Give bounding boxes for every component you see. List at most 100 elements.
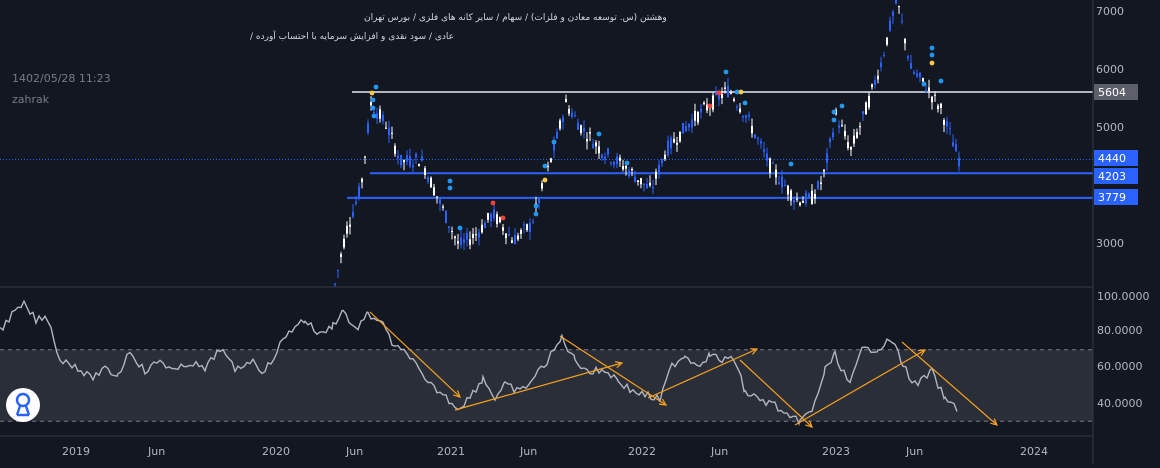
candle-body (409, 156, 411, 167)
candle-body (784, 184, 786, 186)
candle-body (373, 112, 375, 114)
candle-body (832, 132, 834, 138)
candle-body (898, 6, 900, 8)
tradingview-logo-icon[interactable] (6, 388, 40, 422)
signal-dot (716, 90, 722, 96)
candle-body (358, 186, 360, 199)
price-tick: 6000 (1096, 63, 1124, 76)
candle-body (634, 176, 636, 182)
candle-body (451, 231, 453, 233)
candle-body (472, 234, 474, 238)
candle-body (526, 224, 528, 231)
legend-title-line2: عادی / سود نقدی و افزایش سرمایه با احتسا… (250, 30, 454, 42)
signal-dot (929, 45, 935, 51)
candle-body (439, 199, 441, 204)
candle-body (433, 187, 435, 196)
candle-body (952, 142, 954, 147)
signal-dot (371, 113, 377, 119)
time-label: 2022 (628, 445, 656, 458)
candle-body (763, 149, 765, 152)
candle-body (802, 201, 804, 203)
candle-body (940, 103, 942, 108)
time-label: 2019 (62, 445, 90, 458)
candle-body (508, 234, 510, 236)
indicator-tick: 60.0000 (1097, 360, 1143, 373)
time-label: 2023 (822, 445, 850, 458)
candle-body (637, 180, 639, 182)
candle-body (865, 102, 867, 115)
candle-body (397, 155, 399, 159)
candle-body (400, 154, 402, 166)
candle-body (493, 209, 495, 219)
candle-body (877, 75, 879, 80)
candle-body (334, 283, 336, 285)
candle-body (694, 110, 696, 121)
price-tick: 7000 (1096, 5, 1124, 18)
candle-body (430, 177, 432, 188)
candle-body (949, 128, 951, 130)
candle-body (388, 127, 390, 136)
candle-body (769, 158, 771, 173)
candle-body (457, 241, 459, 244)
candle-body (676, 142, 678, 145)
candle-body (955, 144, 957, 152)
chart-window: 7000 6000 5000 3000 5604 4440 4203 3779 … (0, 0, 1160, 464)
candle-body (394, 145, 396, 154)
candle-body (589, 132, 591, 134)
candle-body (700, 108, 702, 113)
signal-dot (457, 225, 463, 231)
candle-body (592, 143, 594, 149)
candle-body (661, 159, 663, 164)
signal-dot (938, 78, 944, 84)
candle-body (604, 156, 606, 160)
candle-body (910, 62, 912, 69)
candle-body (823, 169, 825, 172)
candle-body (415, 154, 417, 158)
signal-dot (738, 89, 744, 95)
candle-body (487, 213, 489, 220)
candle-body (577, 122, 579, 130)
time-label: Jun (147, 445, 165, 458)
candle-body (787, 185, 789, 195)
candle-body (463, 239, 465, 243)
candle-body (856, 132, 858, 138)
candle-body (574, 115, 576, 117)
candle-body (361, 178, 363, 183)
candle-body (814, 193, 816, 199)
candle-body (703, 102, 705, 104)
candle-body (739, 108, 741, 113)
candle-body (469, 239, 471, 245)
candle-body (418, 164, 420, 167)
candle-body (691, 119, 693, 128)
candle-body (928, 87, 930, 92)
candle-body (568, 109, 570, 114)
candle-body (550, 158, 552, 162)
candle-body (859, 126, 861, 128)
price-tick: 5000 (1096, 121, 1124, 134)
candle-body (901, 20, 903, 22)
candle-body (538, 198, 540, 204)
candle-body (403, 160, 405, 163)
candle-body (613, 161, 615, 166)
candle-body (931, 96, 933, 103)
candle-body (754, 134, 756, 138)
chart-canvas[interactable]: 7000 6000 5000 3000 5604 4440 4203 3779 … (0, 0, 1160, 464)
candle-body (541, 183, 543, 189)
candle-body (937, 105, 939, 110)
candle-body (583, 127, 585, 132)
candle-body (367, 123, 369, 133)
candle-body (799, 202, 801, 206)
signal-dot (490, 200, 496, 206)
candle-body (682, 122, 684, 134)
signal-dot (921, 81, 927, 87)
candle-body (517, 235, 519, 240)
candle-body (481, 224, 483, 233)
candle-body (853, 135, 855, 144)
candle-body (697, 112, 699, 123)
candle-body (778, 182, 780, 184)
candle-body (475, 234, 477, 236)
candle-body (484, 223, 486, 229)
time-label: 2021 (437, 445, 465, 458)
candle-body (889, 20, 891, 31)
candle-body (532, 221, 534, 223)
